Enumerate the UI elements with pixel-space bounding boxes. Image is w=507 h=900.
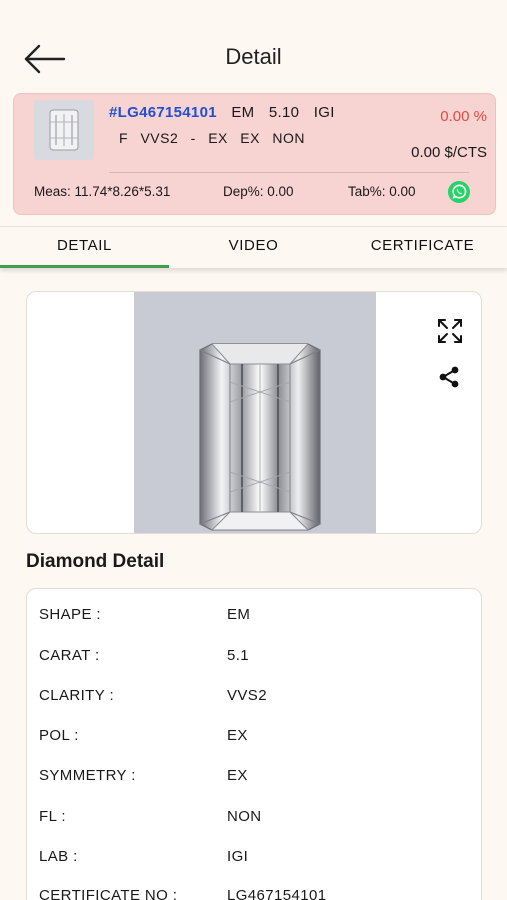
expand-icon: [438, 319, 462, 343]
detail-label: POL :: [39, 727, 79, 744]
price-value: 0.00 $/CTS: [411, 144, 487, 161]
whatsapp-button[interactable]: [447, 180, 471, 204]
discount-value: 0.00 %: [440, 108, 487, 125]
diamond-detail-list: SHAPE : EM CARAT : 5.1 CLARITY : VVS2 PO…: [26, 588, 482, 900]
detail-row-clarity: CLARITY : VVS2: [39, 687, 469, 711]
detail-row-certificate-no: CERTIFICATE NO : LG467154101: [39, 887, 469, 900]
polish-value: EX: [240, 130, 260, 146]
diamond-summary-card[interactable]: #LG467154101 EM 5.10 IGI F VVS2 - EX EX …: [13, 93, 496, 215]
carat-value: 5.10: [268, 104, 300, 121]
share-button[interactable]: [437, 365, 461, 389]
emerald-diamond-illustration: [134, 292, 376, 533]
detail-value: EX: [227, 727, 248, 744]
detail-row-symmetry: SYMMETRY : EX: [39, 767, 469, 791]
detail-value: NON: [227, 808, 262, 825]
detail-value: LG467154101: [227, 887, 327, 900]
whatsapp-icon: [448, 181, 470, 203]
detail-label: SYMMETRY :: [39, 767, 136, 784]
detail-row-fl: FL : NON: [39, 808, 469, 832]
stock-line: #LG467154101 EM 5.10 IGI: [109, 104, 345, 121]
color-value: F: [119, 130, 129, 146]
detail-label: FL :: [39, 808, 66, 825]
page-title: Detail: [225, 44, 282, 69]
detail-label: LAB :: [39, 848, 78, 865]
diamond-media-box: [26, 291, 482, 534]
measurement-value: Meas: 11.74*8.26*5.31: [34, 184, 171, 199]
detail-row-shape: SHAPE : EM: [39, 606, 469, 630]
diamond-image[interactable]: [134, 292, 376, 533]
table-value: Tab%: 0.00: [348, 184, 416, 199]
shape-value: EM: [231, 104, 255, 121]
spec-line: F VVS2 - EX EX NON: [119, 130, 313, 146]
diamond-thumbnail-image: [34, 100, 94, 160]
app-header: Detail: [0, 0, 507, 92]
detail-row-carat: CARAT : 5.1: [39, 647, 469, 671]
fullscreen-button[interactable]: [437, 318, 463, 344]
detail-value: IGI: [227, 848, 249, 865]
clarity-value: VVS2: [140, 130, 179, 146]
tab-certificate[interactable]: CERTIFICATE: [338, 227, 507, 267]
share-icon: [439, 366, 459, 388]
detail-value: VVS2: [227, 687, 267, 704]
section-title: Diamond Detail: [26, 551, 165, 572]
detail-value: 5.1: [227, 647, 250, 664]
depth-value: Dep%: 0.00: [223, 184, 294, 199]
tab-detail[interactable]: DETAIL: [0, 227, 169, 268]
tab-video[interactable]: VIDEO: [169, 227, 338, 267]
card-divider: [109, 172, 469, 173]
lab-value: IGI: [313, 104, 335, 121]
stock-id[interactable]: #LG467154101: [109, 104, 217, 121]
fluorescence-value: NON: [272, 130, 305, 146]
measurement-row: Meas: 11.74*8.26*5.31 Dep%: 0.00 Tab%: 0…: [34, 180, 481, 204]
detail-value: EM: [227, 606, 251, 623]
detail-tabs: DETAIL VIDEO CERTIFICATE: [0, 226, 507, 268]
cut-value: EX: [208, 130, 228, 146]
detail-row-lab: LAB : IGI: [39, 848, 469, 872]
detail-label: CARAT :: [39, 647, 100, 664]
diamond-thumbnail[interactable]: [34, 100, 94, 160]
detail-label: CERTIFICATE NO :: [39, 887, 178, 900]
detail-row-pol: POL : EX: [39, 727, 469, 751]
spec-dash: -: [190, 130, 196, 146]
detail-value: EX: [227, 767, 248, 784]
detail-label: CLARITY :: [39, 687, 115, 704]
detail-label: SHAPE :: [39, 606, 101, 623]
